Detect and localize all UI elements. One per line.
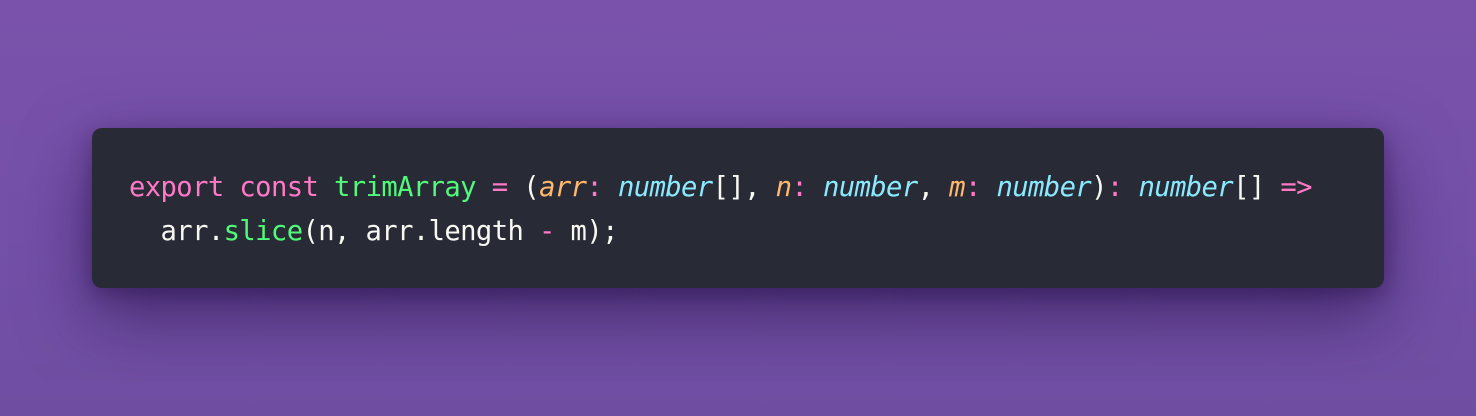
code-line-1: export const trimArray = (arr: number[],… xyxy=(129,166,1313,210)
type-colon: : xyxy=(791,172,808,203)
arr-reference: arr. xyxy=(129,216,225,247)
type-number: number xyxy=(617,172,713,203)
statement-end: m); xyxy=(554,216,619,247)
code-snippet-card: export const trimArray = (arr: number[],… xyxy=(92,128,1384,288)
return-type-colon: : xyxy=(1106,172,1123,203)
close-paren: ) xyxy=(1091,172,1107,203)
type-colon: : xyxy=(964,172,981,203)
param-arr: arr xyxy=(539,172,587,203)
arrow-operator: => xyxy=(1280,172,1312,203)
array-brackets: [] xyxy=(1233,172,1281,203)
keyword-export: export xyxy=(129,172,224,203)
type-number: number xyxy=(822,172,918,203)
code-block: export const trimArray = (arr: number[],… xyxy=(129,166,1313,254)
return-type-number: number xyxy=(1138,172,1234,203)
keyword-const: const xyxy=(239,172,319,203)
array-brackets: [], xyxy=(712,172,776,203)
param-m: m xyxy=(949,172,965,203)
param-n: n xyxy=(775,172,792,203)
comma: , xyxy=(917,172,950,203)
method-slice: slice xyxy=(223,216,303,247)
type-number: number xyxy=(996,172,1092,203)
assign-operator: = xyxy=(491,172,508,203)
minus-operator: - xyxy=(539,216,555,247)
code-line-2: arr.slice(n, arr.length - m); xyxy=(129,210,1312,254)
function-name: trimArray xyxy=(334,172,477,203)
type-colon: : xyxy=(586,172,603,203)
open-paren: ( xyxy=(507,172,540,203)
slice-args: (n, arr.length xyxy=(302,216,539,247)
